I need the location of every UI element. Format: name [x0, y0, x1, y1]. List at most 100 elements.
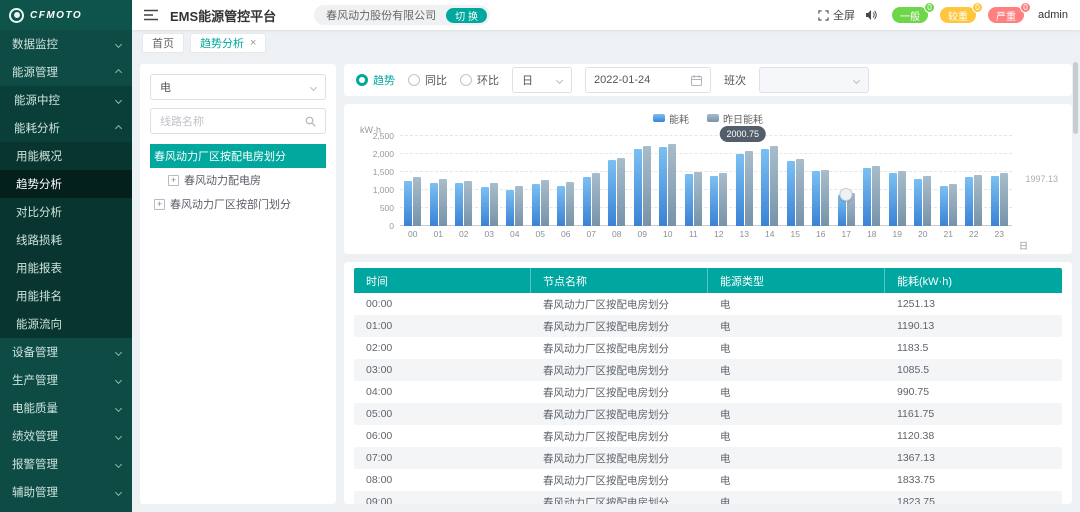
- legend-item-0[interactable]: 能耗: [653, 111, 689, 126]
- radio-yoy[interactable]: 同比: [408, 72, 447, 88]
- table-cell: 电: [708, 429, 885, 444]
- bar-group-23[interactable]: [987, 136, 1013, 226]
- table-cell: 1833.75: [885, 474, 1062, 486]
- bar-group-07[interactable]: [579, 136, 605, 226]
- data-table: 时间节点名称能源类型能耗(kW·h) 00:00春风动力厂区按配电房划分电125…: [344, 262, 1072, 504]
- x-tick: 13: [732, 229, 758, 239]
- sidebar-item-6[interactable]: 对比分析: [0, 198, 132, 226]
- period-select[interactable]: 日: [512, 67, 572, 93]
- bar-group-19[interactable]: [885, 136, 911, 226]
- bar-group-04[interactable]: [502, 136, 528, 226]
- close-tab-icon[interactable]: ×: [250, 38, 256, 49]
- switch-company-button[interactable]: 切 换: [446, 8, 487, 23]
- sidebar-item-15[interactable]: 报警管理: [0, 450, 132, 478]
- bar-group-12[interactable]: [706, 136, 732, 226]
- sidebar-item-7[interactable]: 线路损耗: [0, 226, 132, 254]
- bar-group-13[interactable]: [732, 136, 758, 226]
- bar-series0-20: [914, 179, 922, 226]
- table-cell: 春风动力厂区按配电房划分: [531, 341, 708, 356]
- x-axis-suffix: 日: [1019, 239, 1028, 252]
- sidebar-item-10[interactable]: 能源流向: [0, 310, 132, 338]
- radio-mom[interactable]: 环比: [460, 72, 499, 88]
- badge-count: 0: [924, 2, 935, 13]
- sound-icon[interactable]: [865, 9, 878, 21]
- table-row-7: 07:00春风动力厂区按配电房划分电1367.13: [354, 447, 1062, 469]
- bar-series0-05: [532, 184, 540, 226]
- bar-group-16[interactable]: [808, 136, 834, 226]
- brand-name: CFMOTO: [30, 10, 82, 21]
- company-selector[interactable]: 春风动力股份有限公司 切 换: [314, 5, 490, 25]
- sidebar-item-9[interactable]: 用能排名: [0, 282, 132, 310]
- bar-group-11[interactable]: [681, 136, 707, 226]
- sidebar-item-3[interactable]: 能耗分析: [0, 114, 132, 142]
- bar-group-08[interactable]: [604, 136, 630, 226]
- bar-series1-15: [796, 159, 804, 226]
- bar-series0-15: [787, 161, 795, 226]
- shift-select[interactable]: [759, 67, 869, 93]
- table-cell: 1251.13: [885, 298, 1062, 310]
- tab-trend-analysis[interactable]: 趋势分析 ×: [190, 33, 266, 53]
- line-search-input[interactable]: 线路名称: [150, 108, 326, 134]
- sidebar-item-11[interactable]: 设备管理: [0, 338, 132, 366]
- bar-group-17[interactable]: [834, 136, 860, 226]
- bar-group-05[interactable]: [528, 136, 554, 226]
- bar-group-01[interactable]: [426, 136, 452, 226]
- tree-node-0[interactable]: 春风动力厂区按配电房划分: [150, 144, 326, 168]
- bar-group-10[interactable]: [655, 136, 681, 226]
- legend-item-1[interactable]: 昨日能耗: [707, 111, 763, 126]
- chart-marker[interactable]: [840, 188, 853, 201]
- menu-collapse-icon[interactable]: [144, 9, 158, 21]
- table-cell: 春风动力厂区按配电房划分: [531, 495, 708, 505]
- bar-group-14[interactable]: [757, 136, 783, 226]
- sidebar-item-14[interactable]: 绩效管理: [0, 422, 132, 450]
- bar-series1-16: [821, 170, 829, 226]
- radio-trend[interactable]: 趋势: [356, 72, 395, 88]
- alarm-badge-0[interactable]: 一般0: [892, 7, 928, 23]
- chevron-down-icon: [115, 40, 122, 47]
- x-tick: 15: [783, 229, 809, 239]
- bar-group-03[interactable]: [477, 136, 503, 226]
- scrollbar-thumb[interactable]: [1073, 62, 1078, 134]
- bar-group-21[interactable]: [936, 136, 962, 226]
- tab-home[interactable]: 首页: [142, 33, 184, 53]
- bar-group-20[interactable]: [910, 136, 936, 226]
- bar-series1-21: [949, 184, 957, 226]
- sidebar-item-12[interactable]: 生产管理: [0, 366, 132, 394]
- date-value: 2022-01-24: [594, 74, 650, 86]
- sidebar-item-0[interactable]: 数据监控: [0, 30, 132, 58]
- bar-group-00[interactable]: [400, 136, 426, 226]
- x-tick: 04: [502, 229, 528, 239]
- sidebar-item-16[interactable]: 辅助管理: [0, 478, 132, 506]
- sidebar-item-label: 用能排名: [16, 288, 62, 304]
- chart-plot[interactable]: 2000.75 1997.13 05001,0001,5002,0002,500: [400, 136, 1012, 226]
- bar-group-15[interactable]: [783, 136, 809, 226]
- page-title: EMS能源管控平台: [170, 6, 276, 25]
- bar-group-22[interactable]: [961, 136, 987, 226]
- y-tick: 1,500: [373, 167, 394, 177]
- expand-icon[interactable]: +: [154, 199, 165, 210]
- sidebar-item-2[interactable]: 能源中控: [0, 86, 132, 114]
- fullscreen-button[interactable]: 全屏: [818, 7, 855, 23]
- legend-label: 昨日能耗: [723, 111, 763, 126]
- bar-group-06[interactable]: [553, 136, 579, 226]
- bar-group-18[interactable]: [859, 136, 885, 226]
- date-picker[interactable]: 2022-01-24: [585, 67, 711, 93]
- tree-node-2[interactable]: +春风动力厂区按部门划分: [150, 192, 326, 216]
- bar-series0-09: [634, 149, 642, 226]
- chart-tooltip: 2000.75: [719, 126, 766, 142]
- alarm-badge-1[interactable]: 较重0: [940, 7, 976, 23]
- sidebar-item-5[interactable]: 趋势分析: [0, 170, 132, 198]
- x-tick: 10: [655, 229, 681, 239]
- alarm-badge-2[interactable]: 严重0: [988, 7, 1024, 23]
- sidebar-item-1[interactable]: 能源管理: [0, 58, 132, 86]
- expand-icon[interactable]: +: [168, 175, 179, 186]
- bar-group-02[interactable]: [451, 136, 477, 226]
- sidebar-item-4[interactable]: 用能概况: [0, 142, 132, 170]
- tree-node-1[interactable]: +春风动力配电房: [150, 168, 326, 192]
- sidebar-item-8[interactable]: 用能报表: [0, 254, 132, 282]
- badge-count: 0: [1020, 2, 1031, 13]
- energy-type-select[interactable]: 电: [150, 74, 326, 100]
- username[interactable]: admin: [1038, 9, 1068, 21]
- sidebar-item-13[interactable]: 电能质量: [0, 394, 132, 422]
- bar-group-09[interactable]: [630, 136, 656, 226]
